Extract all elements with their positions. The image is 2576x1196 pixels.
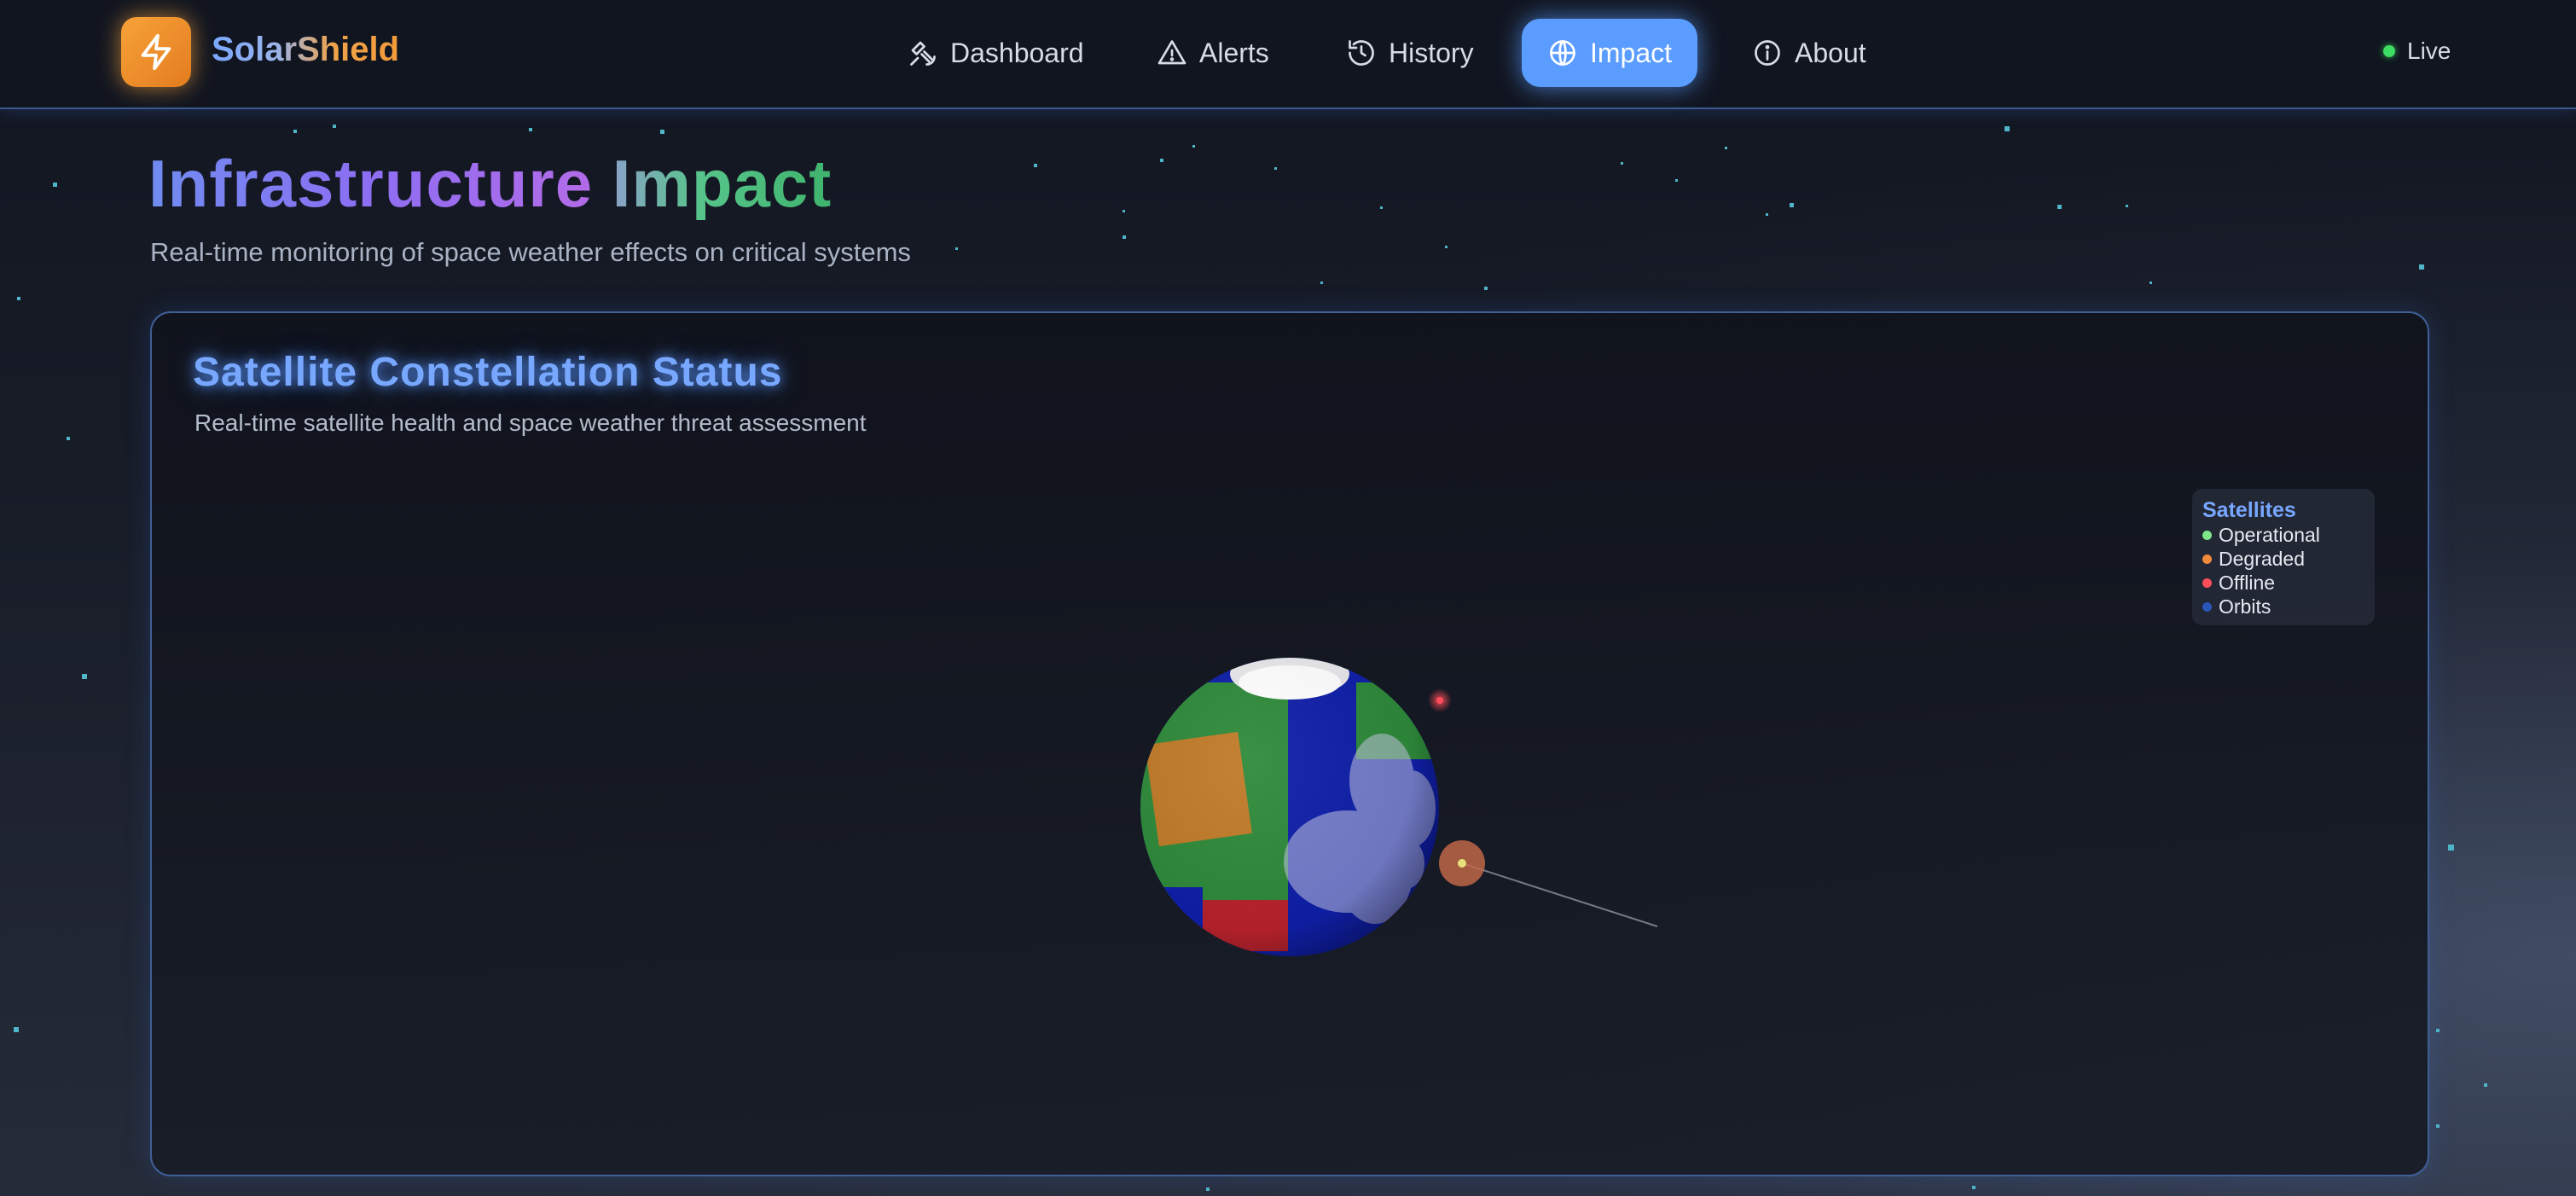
earth-globe: [1140, 658, 1439, 956]
history-clock-icon: [1349, 40, 1374, 66]
legend-item-offline: Offline: [2202, 571, 2364, 595]
legend-dot-operational: [2202, 530, 2212, 540]
nav-item-about[interactable]: About: [1726, 19, 1892, 87]
nav-item-history[interactable]: History: [1320, 19, 1500, 87]
satellite-orbit-line: [1461, 862, 1658, 927]
satellite-degraded[interactable]: [1439, 840, 1485, 886]
page-subtitle: Real-time monitoring of space weather ef…: [150, 237, 911, 267]
legend-item-orbits: Orbits: [2202, 595, 2364, 618]
panel-title: Satellite Constellation Status: [193, 350, 783, 395]
legend-label: Orbits: [2219, 595, 2271, 618]
live-status: Live: [2383, 38, 2451, 65]
nav-item-label: Dashboard: [950, 37, 1084, 68]
top-navbar: SolarShield Dashboard Alerts History Imp…: [0, 0, 2576, 109]
page-title-part2: Impact: [612, 146, 833, 221]
globe-icon: [1550, 40, 1575, 66]
nav-item-alerts[interactable]: Alerts: [1131, 19, 1295, 87]
app-logo[interactable]: [121, 17, 191, 87]
legend-dot-offline: [2202, 578, 2212, 588]
legend-label: Offline: [2219, 572, 2276, 594]
legend-title: Satellites: [2202, 498, 2296, 522]
page-title: Infrastructure Impact: [148, 145, 832, 223]
satellite-legend: Satellites Operational Degraded Offline …: [2192, 489, 2375, 625]
legend-item-degraded: Degraded: [2202, 547, 2364, 571]
app-name[interactable]: SolarShield: [212, 31, 399, 69]
legend-dot-orbits: [2202, 601, 2212, 612]
panel-subtitle: Real-time satellite health and space wea…: [194, 409, 867, 436]
satellite-offline[interactable]: [1428, 688, 1452, 712]
page-title-part1: Infrastructure: [148, 146, 594, 221]
nav-item-label: Impact: [1590, 37, 1673, 68]
warning-triangle-icon: [1157, 40, 1186, 65]
nav-item-label: History: [1389, 37, 1474, 68]
nav-item-label: Alerts: [1199, 37, 1269, 68]
legend-label: Degraded: [2219, 548, 2306, 570]
info-icon: [1755, 40, 1780, 66]
legend-label: Operational: [2219, 524, 2320, 546]
nav-item-label: About: [1795, 37, 1866, 68]
satellite-icon: [910, 41, 936, 66]
satellite-globe-scene[interactable]: [1109, 648, 1706, 1007]
live-status-dot: [2383, 45, 2395, 57]
nav-item-impact[interactable]: Impact: [1522, 19, 1698, 87]
live-status-label: Live: [2407, 38, 2451, 64]
nav-item-dashboard[interactable]: Dashboard: [882, 19, 1110, 87]
lightning-bolt-icon: [141, 33, 171, 71]
legend-item-operational: Operational: [2202, 523, 2364, 547]
legend-dot-degraded: [2202, 554, 2212, 564]
